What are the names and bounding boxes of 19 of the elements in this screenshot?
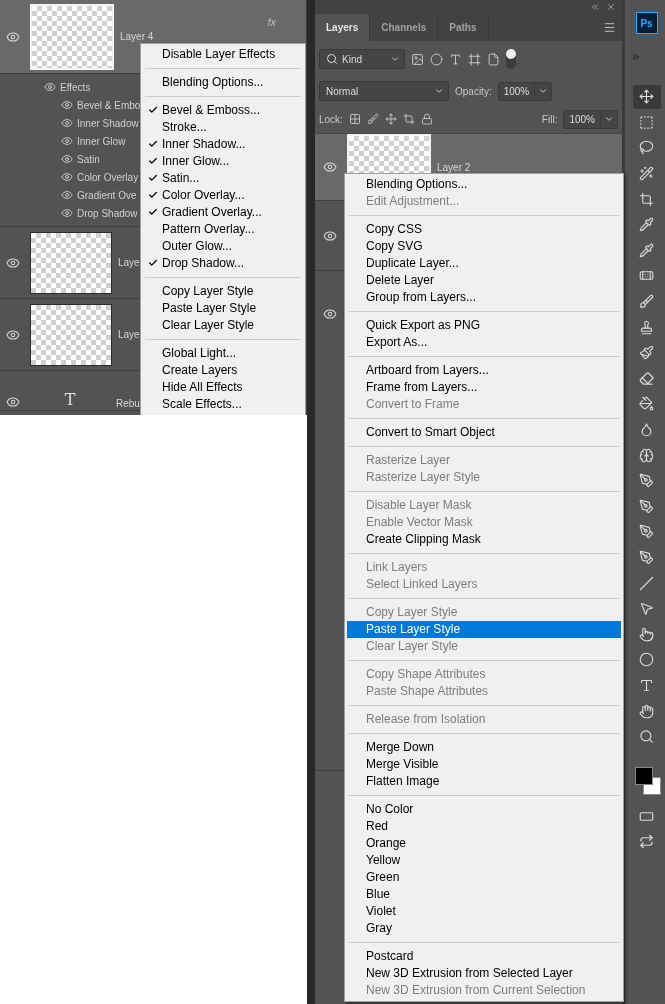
effect-name: Inner Shadow bbox=[77, 117, 139, 129]
layer-name: Laye bbox=[118, 257, 140, 268]
app-badge: Ps bbox=[635, 12, 658, 34]
effect-name: Drop Shadow bbox=[77, 207, 138, 219]
effect-name: Satin bbox=[77, 153, 100, 165]
opacity-label: Opacity: bbox=[455, 85, 492, 97]
layer-name: Rebu bbox=[116, 398, 140, 409]
fx-label: fx bbox=[267, 15, 277, 28]
type-layer-glyph: T bbox=[63, 391, 77, 409]
lock-label: Lock: bbox=[319, 113, 343, 125]
layer-name: Layer 2 bbox=[437, 161, 471, 173]
layer-name: Layer 4 bbox=[120, 31, 154, 42]
effect-name: Color Overlay bbox=[77, 171, 139, 183]
layer-name: Laye bbox=[118, 329, 140, 340]
effect-name: Bevel & Embo bbox=[77, 99, 141, 111]
effects-label: Effects bbox=[60, 81, 91, 93]
fill-label: Fill: bbox=[541, 113, 558, 125]
effect-name: Gradient Ove bbox=[77, 189, 137, 201]
effect-name: Inner Glow bbox=[77, 135, 126, 147]
